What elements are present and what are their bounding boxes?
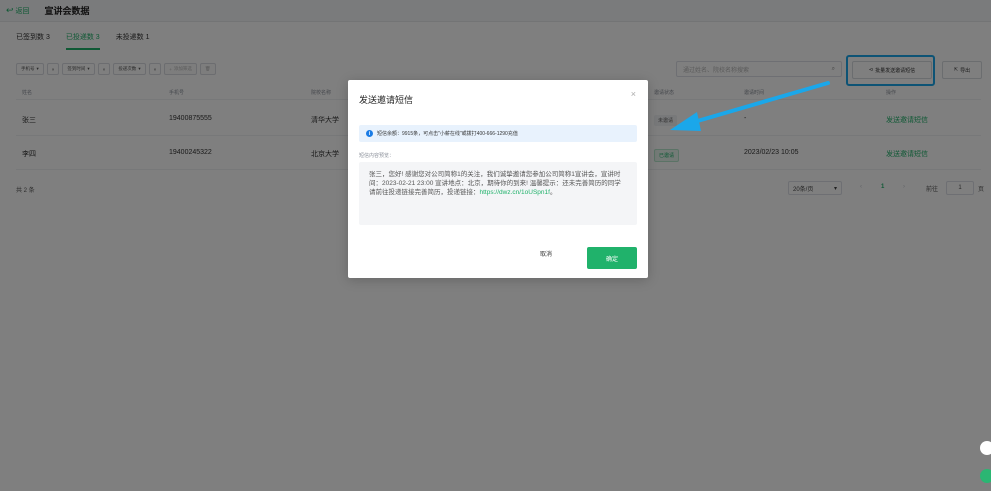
floating-chat-button[interactable]	[980, 469, 991, 483]
floating-help-button[interactable]	[980, 441, 991, 455]
cancel-button[interactable]: 取消	[540, 249, 552, 258]
confirm-button[interactable]: 确定	[587, 247, 637, 269]
info-icon: i	[366, 130, 373, 137]
sms-preview-end: 。	[549, 189, 557, 196]
dialog-title: 发送邀请短信	[359, 95, 414, 105]
close-icon[interactable]: ×	[631, 89, 636, 99]
sms-balance-info: i 短信余额：9915条，可点击"小薪在线"或拨打400-666-1290充值	[359, 125, 637, 142]
send-invite-dialog: 发送邀请短信 × i 短信余额：9915条，可点击"小薪在线"或拨打400-66…	[348, 80, 648, 278]
sms-preview-link[interactable]: https://dwz.cn/1oUSpn1f	[480, 189, 550, 196]
sms-balance-text: 短信余额：9915条，可点击"小薪在线"或拨打400-666-1290充值	[377, 131, 518, 137]
sms-preview-label: 短信内容预览：	[359, 153, 395, 159]
sms-preview-box: 张三，您好! 感谢您对公司简称1的关注，我们诚挚邀请您参加公司简称1宣讲会，宣讲…	[359, 162, 637, 225]
